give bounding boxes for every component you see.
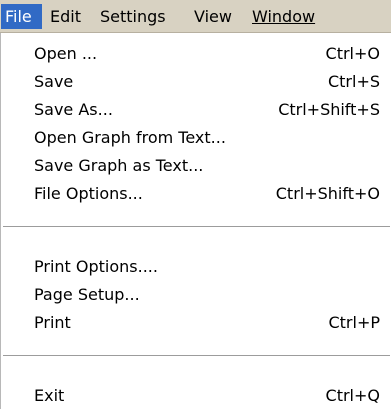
menu-item-exit-label: Exit xyxy=(34,386,65,405)
menu-separator xyxy=(3,355,390,357)
menu-item-save-label: Save xyxy=(34,72,74,91)
menu-item-save[interactable]: Save Ctrl+S xyxy=(1,70,391,94)
menu-separator xyxy=(3,226,390,228)
menu-edit-label: Edit xyxy=(50,7,81,26)
menu-item-page-setup-label: Page Setup... xyxy=(34,285,140,304)
menu-item-print-options-label: Print Options.... xyxy=(34,257,158,276)
menu-item-save-as-label: Save As... xyxy=(34,100,113,119)
menu-item-print-shortcut: Ctrl+P xyxy=(328,313,380,332)
menu-file[interactable]: File xyxy=(1,4,42,29)
menu-window-label: Window xyxy=(252,7,316,26)
menu-item-page-setup[interactable]: Page Setup... xyxy=(1,283,391,307)
menu-item-open[interactable]: Open ... Ctrl+O xyxy=(1,42,391,66)
menu-item-save-graph-as-text[interactable]: Save Graph as Text... xyxy=(1,154,391,178)
file-menu-dropdown: Open ... Ctrl+O Save Ctrl+S Save As... C… xyxy=(0,33,391,409)
menu-edit[interactable]: Edit xyxy=(50,4,81,29)
menu-item-open-shortcut: Ctrl+O xyxy=(325,44,380,63)
menu-item-print-label: Print xyxy=(34,313,71,332)
menu-file-label: File xyxy=(5,7,32,26)
menu-item-save-graph-as-text-label: Save Graph as Text... xyxy=(34,156,204,175)
menu-item-file-options[interactable]: File Options... Ctrl+Shift+O xyxy=(1,182,391,206)
menu-settings[interactable]: Settings xyxy=(100,4,166,29)
menu-item-print-options[interactable]: Print Options.... xyxy=(1,255,391,279)
menu-item-open-graph-from-text-label: Open Graph from Text... xyxy=(34,128,226,147)
menu-item-exit[interactable]: Exit Ctrl+Q xyxy=(1,384,391,408)
menu-item-open-label: Open ... xyxy=(34,44,98,63)
menu-item-file-options-label: File Options... xyxy=(34,184,143,203)
menu-view[interactable]: View xyxy=(194,4,232,29)
menu-item-save-as-shortcut: Ctrl+Shift+S xyxy=(278,100,380,119)
menu-item-file-options-shortcut: Ctrl+Shift+O xyxy=(275,184,380,203)
menu-window[interactable]: Window xyxy=(252,4,315,29)
menu-item-print[interactable]: Print Ctrl+P xyxy=(1,311,391,335)
menu-item-open-graph-from-text[interactable]: Open Graph from Text... xyxy=(1,126,391,150)
menu-bar: File Edit Settings View Window xyxy=(0,0,391,33)
menu-view-label: View xyxy=(194,7,232,26)
menu-item-exit-shortcut: Ctrl+Q xyxy=(325,386,380,405)
menu-item-save-as[interactable]: Save As... Ctrl+Shift+S xyxy=(1,98,391,122)
menu-settings-label: Settings xyxy=(100,7,166,26)
menu-item-save-shortcut: Ctrl+S xyxy=(327,72,380,91)
